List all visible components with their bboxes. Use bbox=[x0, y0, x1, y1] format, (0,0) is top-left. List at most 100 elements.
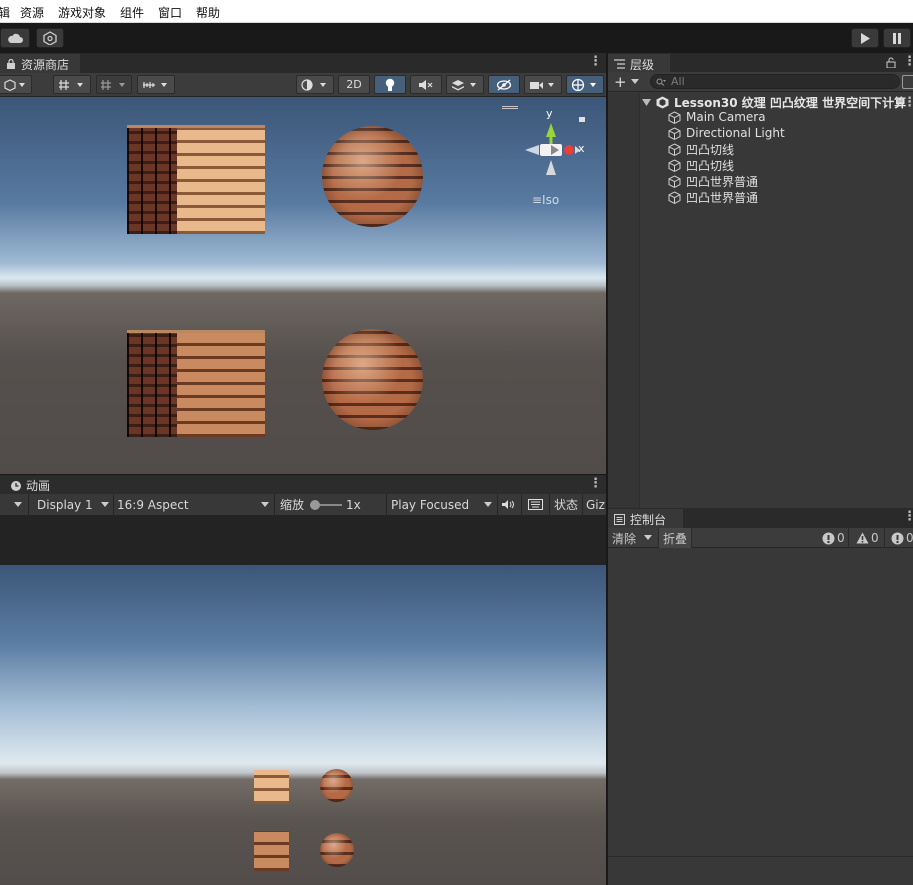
keyboard-icon bbox=[528, 499, 543, 510]
mute-audio-button[interactable] bbox=[501, 494, 515, 515]
overlay-handle[interactable] bbox=[502, 106, 518, 109]
hierarchy-item-bump-world-2[interactable]: 凹凸世界普通 bbox=[668, 189, 758, 205]
tab-hierarchy[interactable]: 层级 bbox=[608, 53, 670, 74]
visibility-toggle[interactable] bbox=[488, 75, 520, 94]
hierarchy-item-main-camera[interactable]: Main Camera bbox=[668, 109, 766, 125]
shading-dropdown[interactable] bbox=[296, 75, 334, 94]
gameobject-cube-icon bbox=[668, 190, 681, 204]
scene-root-row[interactable]: Lesson30 纹理 凹凸纹理 世界空间下计算 bbox=[640, 94, 913, 110]
scene-visibility-icon[interactable] bbox=[902, 75, 913, 89]
info-icon bbox=[822, 532, 835, 544]
gizmos-dropdown[interactable] bbox=[566, 75, 604, 94]
scale-label: 缩放 bbox=[280, 498, 305, 512]
hierarchy-item-directional-light[interactable]: Directional Light bbox=[668, 125, 785, 141]
game-sphere-world bbox=[320, 833, 354, 867]
keyboard-shortcuts-button[interactable] bbox=[528, 494, 543, 515]
collapse-toggle[interactable]: 折叠 bbox=[658, 528, 692, 548]
scene-sphere-tangent[interactable] bbox=[322, 126, 423, 227]
scene-cube-tangent[interactable] bbox=[127, 125, 265, 234]
console-toolbar: 清除 折叠 0 0 0 bbox=[608, 528, 913, 548]
warning-count-toggle[interactable]: 0 bbox=[856, 529, 879, 547]
scene-row-menu-icon[interactable]: ⋮ bbox=[903, 95, 913, 110]
slider-thumb[interactable] bbox=[310, 500, 320, 510]
camera-icon bbox=[530, 81, 554, 89]
hierarchy-search-field[interactable]: All bbox=[650, 74, 900, 89]
grid-snap-dropdown[interactable] bbox=[53, 75, 91, 94]
snap-icon bbox=[101, 79, 125, 90]
ruler-icon bbox=[143, 81, 167, 88]
create-dropdown[interactable]: + bbox=[614, 73, 642, 91]
iso-label[interactable]: ≡Iso bbox=[532, 193, 559, 207]
scene-view[interactable] bbox=[0, 97, 606, 474]
item-label: 凹凸切线 bbox=[686, 142, 735, 157]
separator bbox=[848, 528, 849, 548]
gameobject-cube-icon bbox=[668, 126, 681, 140]
chevron-down-icon bbox=[261, 501, 269, 507]
tab-label: 动画 bbox=[26, 479, 51, 493]
menu-help[interactable]: 帮助 bbox=[196, 4, 220, 21]
play-button[interactable] bbox=[851, 28, 879, 48]
snap-increment-dropdown[interactable] bbox=[96, 75, 132, 94]
menu-gameobject[interactable]: 游戏对象 bbox=[58, 4, 106, 21]
lock-icon[interactable] bbox=[886, 57, 896, 68]
console-tab-spacer bbox=[683, 508, 913, 529]
expand-arrow-icon[interactable] bbox=[642, 98, 651, 106]
chevron-down-icon bbox=[630, 78, 639, 84]
toggle-2d-button[interactable]: 2D bbox=[338, 75, 370, 94]
speaker-icon bbox=[502, 500, 514, 509]
scene-toolbar: 2D bbox=[0, 73, 606, 97]
orientation-gizmo[interactable]: y x ≡Iso bbox=[520, 105, 600, 215]
hierarchy-gutter bbox=[608, 93, 640, 508]
clear-options-dropdown[interactable] bbox=[644, 529, 658, 547]
game-view-dropdown[interactable] bbox=[14, 494, 22, 515]
stats-button[interactable]: 状态 bbox=[554, 494, 578, 515]
tab-label: 控制台 bbox=[630, 512, 667, 527]
audio-toggle[interactable] bbox=[410, 75, 442, 94]
display-label: Display 1 bbox=[37, 497, 93, 512]
tab-animation[interactable]: 动画 bbox=[0, 475, 606, 495]
aspect-dropdown[interactable]: 16:9 Aspect bbox=[114, 494, 272, 515]
search-icon bbox=[656, 78, 666, 86]
console-detail-divider[interactable] bbox=[608, 856, 913, 857]
scene-menu-icon[interactable]: ⋮ bbox=[589, 54, 602, 69]
cloud-button[interactable] bbox=[0, 28, 30, 48]
menu-assets[interactable]: 资源 bbox=[20, 4, 44, 21]
gizmos-button[interactable]: Giz bbox=[586, 494, 605, 515]
display-dropdown[interactable]: Display 1 bbox=[32, 494, 112, 515]
collab-button[interactable] bbox=[36, 28, 64, 48]
game-menu-icon[interactable]: ⋮ bbox=[589, 476, 602, 491]
hierarchy-item-bump-tangent-1[interactable]: 凹凸切线 bbox=[668, 141, 734, 157]
menu-component[interactable]: 组件 bbox=[120, 4, 144, 21]
ruler-dropdown[interactable] bbox=[137, 75, 175, 94]
camera-dropdown[interactable] bbox=[524, 75, 562, 94]
tab-asset-store[interactable]: 资源商店 bbox=[0, 53, 80, 74]
play-mode-dropdown[interactable]: Play Focused bbox=[387, 494, 495, 515]
hierarchy-menu-icon[interactable]: ⋮ bbox=[903, 54, 913, 69]
pause-button[interactable] bbox=[883, 28, 911, 48]
error-count-toggle[interactable]: 0 bbox=[891, 529, 913, 547]
tab-console[interactable]: 控制台 bbox=[608, 508, 683, 529]
game-view[interactable] bbox=[0, 565, 606, 885]
unity-scene-icon bbox=[656, 96, 669, 108]
aspect-label: 16:9 Aspect bbox=[117, 497, 189, 512]
clear-button[interactable]: 清除 bbox=[612, 529, 636, 547]
tab-label: 层级 bbox=[630, 57, 655, 72]
cloud-icon bbox=[8, 33, 23, 43]
hierarchy-item-bump-world-1[interactable]: 凹凸世界普通 bbox=[668, 173, 758, 189]
console-menu-icon[interactable]: ⋮ bbox=[903, 509, 913, 524]
separator bbox=[274, 494, 275, 515]
lighting-toggle[interactable] bbox=[374, 75, 406, 94]
effects-dropdown[interactable] bbox=[446, 75, 484, 94]
menu-edit[interactable]: 辑 bbox=[0, 4, 10, 21]
scale-slider[interactable] bbox=[310, 500, 342, 510]
scene-sphere-world[interactable] bbox=[322, 329, 423, 430]
log-count-toggle[interactable]: 0 bbox=[822, 529, 845, 547]
hierarchy-item-bump-tangent-2[interactable]: 凹凸切线 bbox=[668, 157, 734, 173]
gizmo-x-label: x bbox=[578, 142, 585, 155]
draw-mode-dropdown[interactable] bbox=[0, 75, 32, 94]
scene-cube-world[interactable] bbox=[127, 330, 265, 437]
menu-window[interactable]: 窗口 bbox=[158, 4, 182, 21]
console-panel bbox=[608, 528, 913, 885]
game-toolbar: Display 1 16:9 Aspect 缩放 1x Play Focused… bbox=[0, 494, 606, 516]
console-icon bbox=[614, 513, 625, 525]
